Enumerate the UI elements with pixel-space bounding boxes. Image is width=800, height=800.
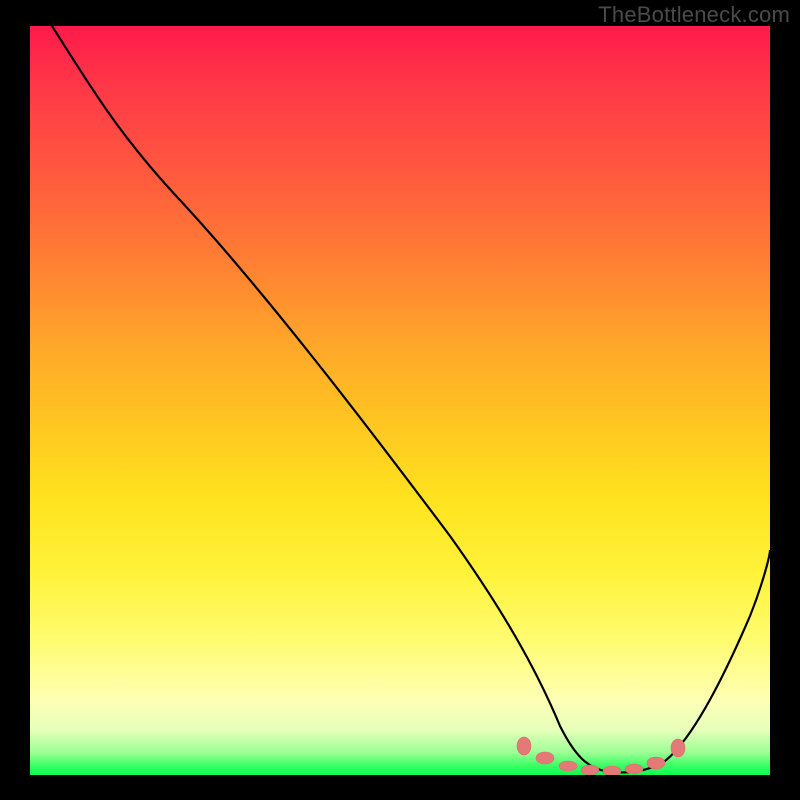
chart-frame: TheBottleneck.com <box>0 0 800 800</box>
curve-layer <box>30 26 770 775</box>
marker-dot <box>647 757 665 769</box>
marker-dot <box>603 766 621 775</box>
marker-dot <box>671 739 685 757</box>
bottleneck-curve-line <box>52 26 770 772</box>
marker-dot <box>536 752 554 764</box>
marker-dot <box>559 761 577 771</box>
marker-dot <box>625 764 643 774</box>
marker-dot <box>517 737 531 755</box>
marker-dot <box>581 765 599 775</box>
watermark-text: TheBottleneck.com <box>598 2 790 28</box>
plot-area <box>30 26 770 775</box>
